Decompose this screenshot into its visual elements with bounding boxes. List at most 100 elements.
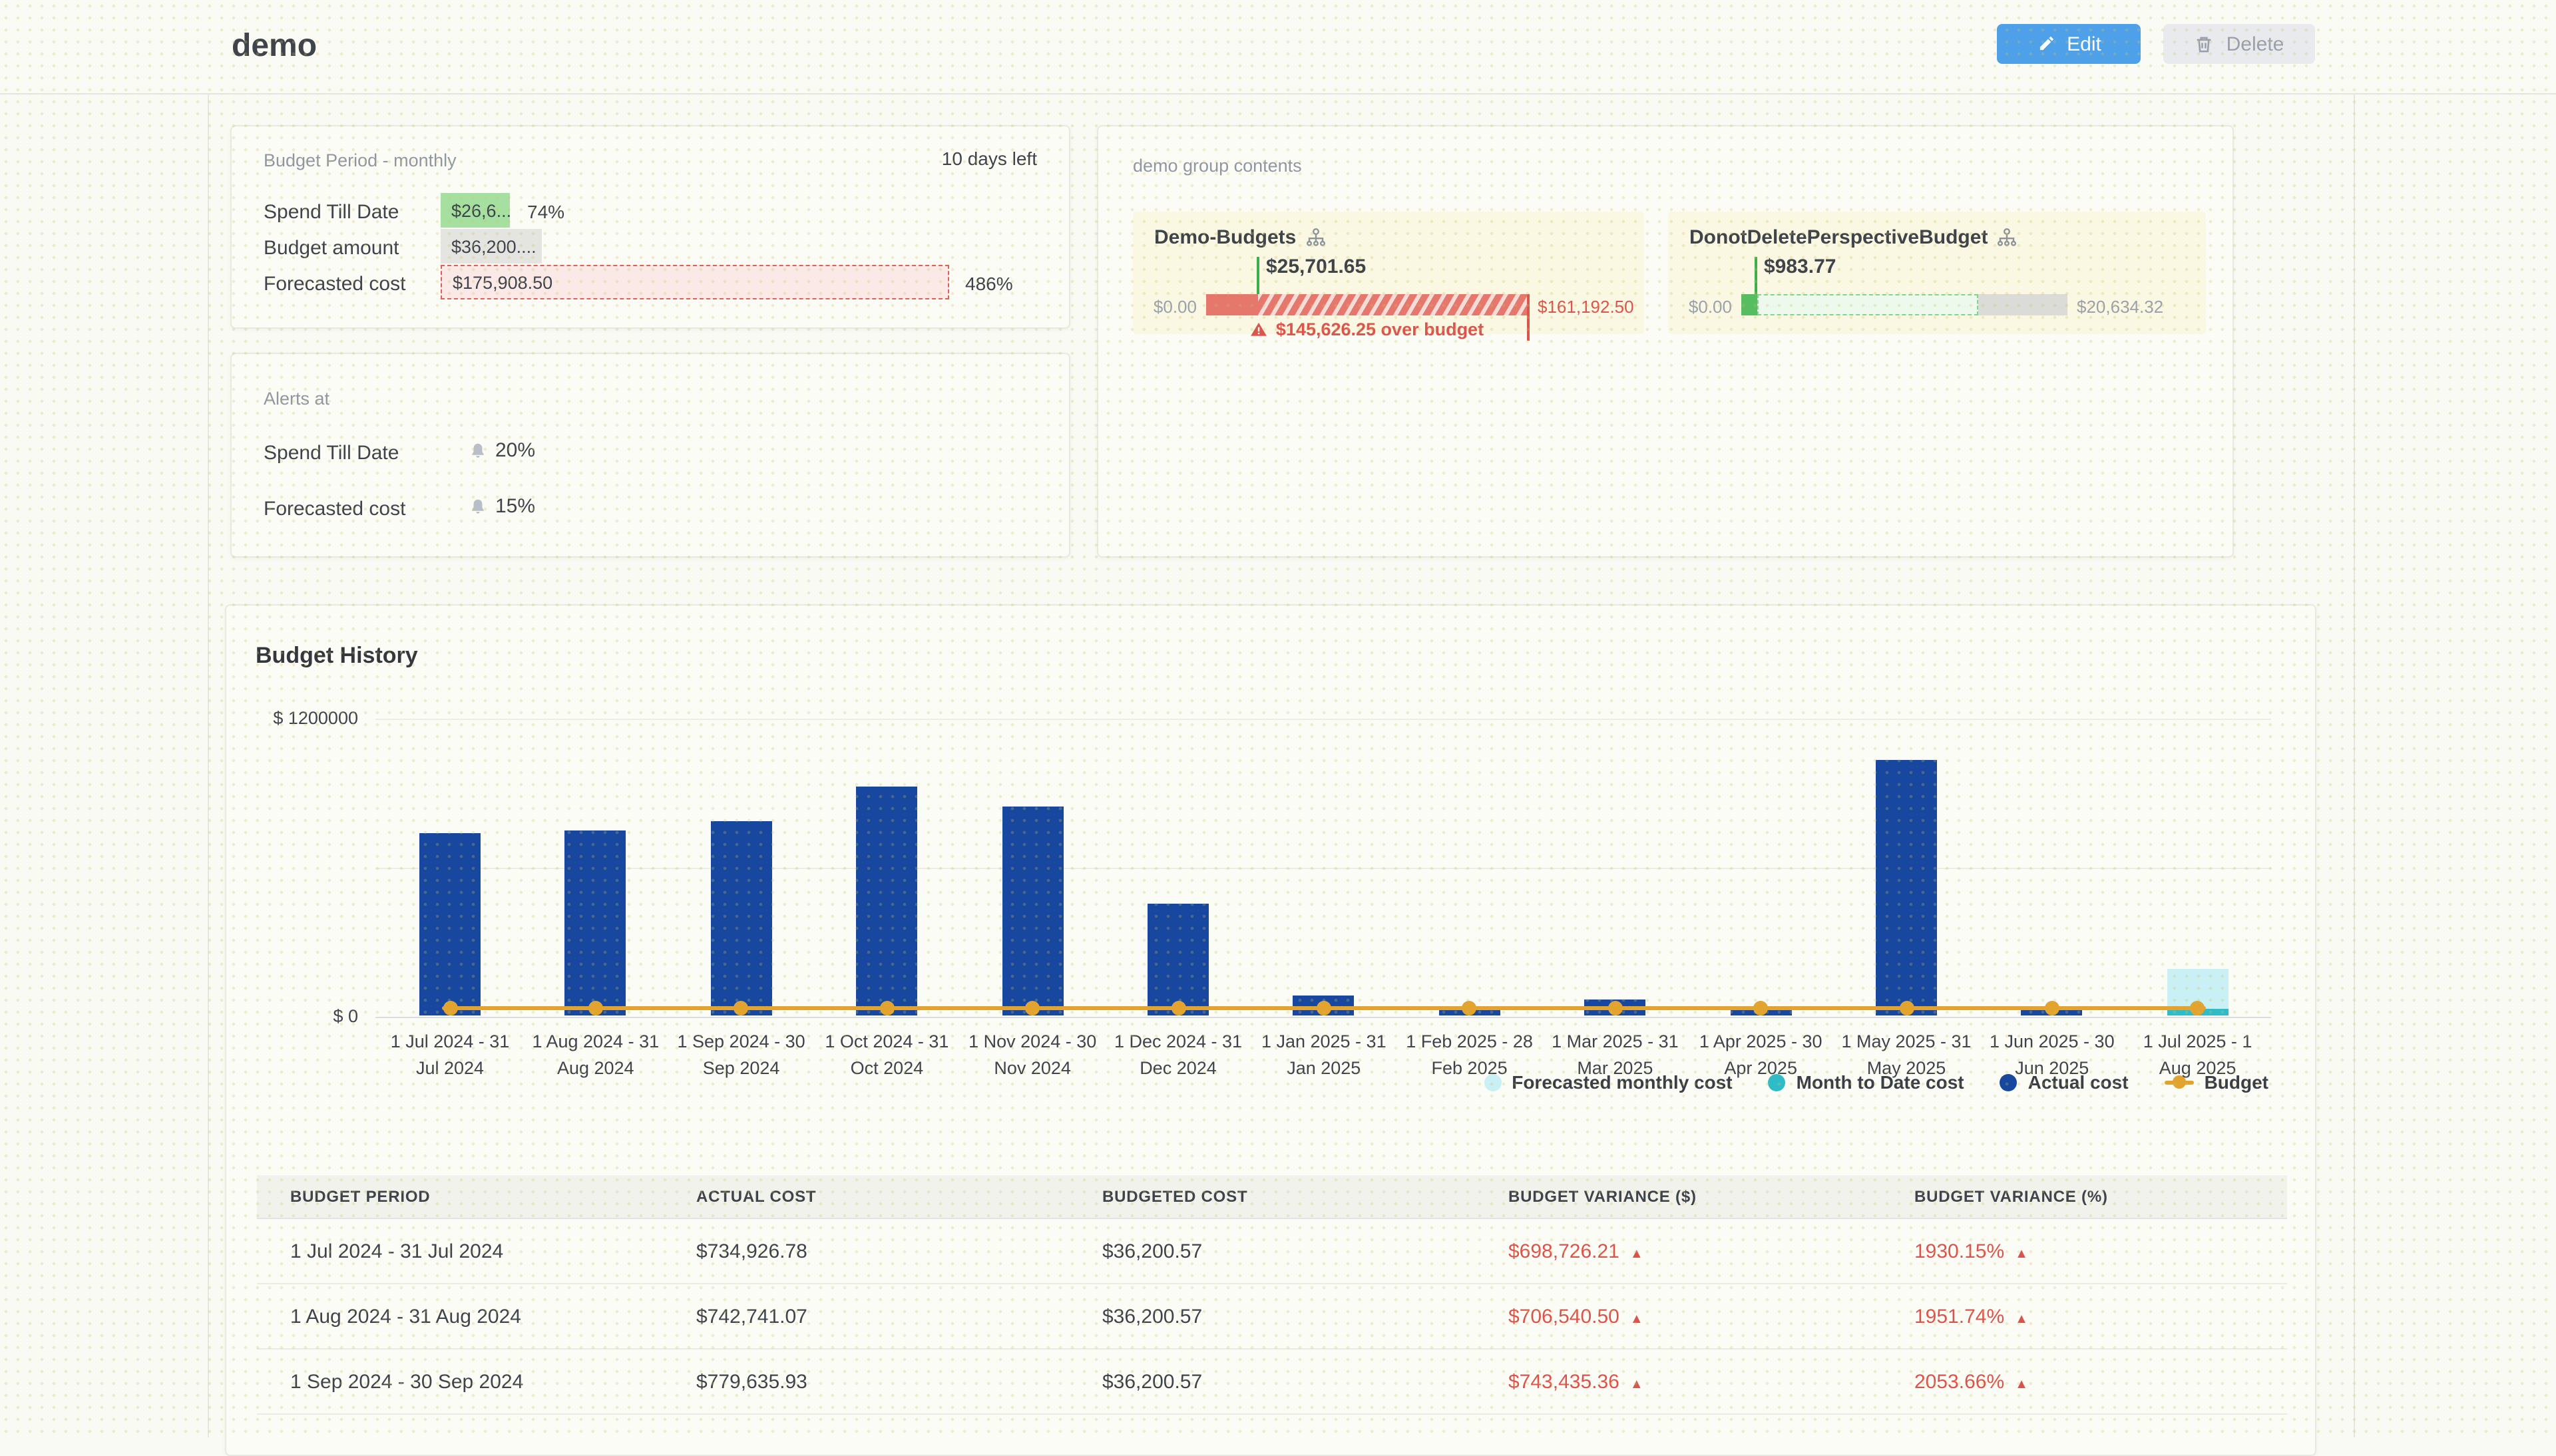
up-triangle-icon: ▲ — [1630, 1377, 1643, 1391]
chart-bar — [856, 787, 917, 1015]
x-axis-label: 1 Jan 2025 - 31 Jan 2025 — [1249, 1029, 1398, 1083]
spend-till-date-chip: $26,6... — [441, 193, 510, 228]
budget-line-marker — [1462, 1000, 1477, 1015]
budget-table-body: 1 Jul 2024 - 31 Jul 2024$734,926.78$36,2… — [257, 1219, 2287, 1415]
over-budget-warning-text: $145,626.25 over budget — [1276, 319, 1484, 339]
bar-max-label: $161,192.50 — [1538, 297, 1634, 317]
table-header-cell: BUDGET PERIOD — [257, 1187, 663, 1206]
x-axis-label: 1 Dec 2024 - 31 Dec 2024 — [1104, 1029, 1253, 1083]
variance-cell: $743,435.36▲ — [1475, 1370, 1881, 1393]
x-axis-label: 1 Sep 2024 - 30 Sep 2024 — [667, 1029, 816, 1083]
group-budget-name-text: Demo-Budgets — [1154, 226, 1296, 249]
table-cell: 1 Sep 2024 - 30 Sep 2024 — [257, 1370, 663, 1393]
bar-max-label: $20,634.32 — [2077, 297, 2163, 317]
group-budget-donotdelete[interactable]: DonotDeletePerspectiveBudget $983.77 $0.… — [1668, 212, 2206, 334]
budget-line-marker — [1607, 1000, 1622, 1015]
budget-line-marker — [879, 1000, 894, 1015]
legend-label: Actual cost — [2028, 1071, 2129, 1093]
legend-item: Budget — [2165, 1071, 2268, 1093]
table-cell: 1 Jul 2024 - 31 Jul 2024 — [257, 1240, 663, 1262]
forecasted-cost-chip: $175,908.50 — [441, 265, 949, 299]
hierarchy-icon — [1997, 228, 2017, 248]
spend-till-date-value: $26,6... — [451, 200, 510, 220]
up-triangle-icon: ▲ — [2015, 1246, 2028, 1261]
chart-title: Budget History — [256, 643, 418, 669]
table-cell: $36,200.57 — [1069, 1370, 1475, 1393]
table-cell: $734,926.78 — [663, 1240, 1069, 1262]
legend-item: Forecasted monthly cost — [1484, 1071, 1732, 1093]
legend-label: Month to Date cost — [1797, 1071, 1964, 1093]
variance-cell: $698,726.21▲ — [1475, 1240, 1881, 1262]
legend-swatch — [2000, 1073, 2018, 1091]
spend-till-date-label: Spend Till Date — [264, 201, 399, 224]
table-header-cell: BUDGET VARIANCE (%) — [1881, 1187, 2287, 1206]
variance-cell: 2053.66%▲ — [1881, 1370, 2287, 1393]
edit-button[interactable]: Edit — [1997, 24, 2141, 64]
table-row: 1 Aug 2024 - 31 Aug 2024$742,741.07$36,2… — [257, 1284, 2287, 1350]
group-budget-demo-budgets[interactable]: Demo-Budgets $25,701.65 $0.00 $161,192.5… — [1133, 212, 1644, 334]
alert-threshold: 15% — [495, 495, 535, 518]
chart-bar — [711, 821, 772, 1015]
alert-row-value: 15% — [469, 495, 535, 518]
alert-threshold: 20% — [495, 439, 535, 462]
budget-history-card: Budget History $ 1200000 $ 0 1 Jul 2024 … — [225, 604, 2316, 1456]
legend-swatch — [1484, 1073, 1501, 1091]
delete-button-label: Delete — [2227, 33, 2284, 55]
alert-row-label: Forecasted cost — [264, 498, 405, 520]
edit-button-label: Edit — [2067, 33, 2101, 55]
panel-right-border — [2354, 93, 2355, 1437]
chart-bar — [419, 833, 481, 1015]
budget-history-chart: $ 1200000 $ 0 1 Jul 2024 - 31 Jul 20241 … — [375, 719, 2271, 1017]
forecasted-cost-value: $175,908.50 — [453, 272, 552, 292]
legend-swatch — [2165, 1080, 2194, 1084]
spend-bar-solid — [1741, 294, 1757, 315]
table-cell: $36,200.57 — [1069, 1305, 1475, 1328]
table-row: 1 Jul 2024 - 31 Jul 2024$734,926.78$36,2… — [257, 1219, 2287, 1284]
chart-bar — [1148, 904, 1209, 1015]
budget-period-card: Budget Period - monthly 10 days left Spe… — [230, 125, 1070, 329]
x-axis-label: 1 Aug 2024 - 31 Aug 2024 — [521, 1029, 670, 1083]
group-contents-card: demo group contents Demo-Budgets $25,701… — [1097, 125, 2234, 558]
chart-bar — [1002, 807, 1063, 1015]
up-triangle-icon: ▲ — [2015, 1377, 2028, 1391]
budget-line-marker — [1899, 1000, 1914, 1015]
page-header: demo Edit Delete — [0, 0, 2556, 94]
chart-bar — [565, 830, 626, 1015]
legend-label: Forecasted monthly cost — [1512, 1071, 1732, 1093]
up-triangle-icon: ▲ — [2015, 1312, 2028, 1326]
panel-left-border — [208, 93, 209, 1437]
table-header-cell: BUDGETED COST — [1069, 1187, 1475, 1206]
table-cell: $779,635.93 — [663, 1370, 1069, 1393]
spend-till-date-percent: 74% — [527, 201, 564, 222]
budget-amount-chip: $36,200.... — [441, 229, 542, 264]
over-budget-warning: $145,626.25 over budget — [1206, 319, 1528, 339]
table-header-cell: ACTUAL COST — [663, 1187, 1069, 1206]
table-cell: $36,200.57 — [1069, 1240, 1475, 1262]
x-axis-label: 1 Oct 2024 - 31 Oct 2024 — [812, 1029, 961, 1083]
group-budget-name: DonotDeletePerspectiveBudget — [1689, 226, 2017, 249]
bar-min-label: $0.00 — [1668, 297, 1732, 317]
bell-icon — [469, 497, 487, 516]
y-tick-max: $ 1200000 — [249, 708, 358, 728]
warning-triangle-icon — [1251, 321, 1268, 338]
legend-item: Month to Date cost — [1769, 1071, 1964, 1093]
budget-line-marker — [1025, 1000, 1040, 1015]
trash-icon — [2195, 34, 2215, 54]
delete-button[interactable]: Delete — [2163, 24, 2315, 64]
legend-swatch — [1769, 1073, 1786, 1091]
legend-label: Budget — [2205, 1071, 2268, 1093]
budget-table-header: BUDGET PERIODACTUAL COSTBUDGETED COST BUD… — [257, 1175, 2287, 1219]
up-triangle-icon: ▲ — [1630, 1312, 1643, 1326]
alert-row-value: 20% — [469, 439, 535, 462]
spend-bar-overage-hatched — [1258, 294, 1528, 315]
budget-line-marker — [1753, 1000, 1768, 1015]
budget-amount-label: Budget amount — [264, 237, 399, 260]
x-axis-label: 1 Nov 2024 - 30 Nov 2024 — [958, 1029, 1107, 1083]
budget-line-marker — [2045, 1000, 2059, 1015]
group-budget-name: Demo-Budgets — [1154, 226, 1325, 249]
group-budget-name-text: DonotDeletePerspectiveBudget — [1689, 226, 1988, 249]
days-left-label: 10 days left — [942, 148, 1037, 169]
budget-line-marker — [588, 1000, 603, 1015]
forecasted-cost-label: Forecasted cost — [264, 273, 405, 295]
variance-cell: 1930.15%▲ — [1881, 1240, 2287, 1262]
